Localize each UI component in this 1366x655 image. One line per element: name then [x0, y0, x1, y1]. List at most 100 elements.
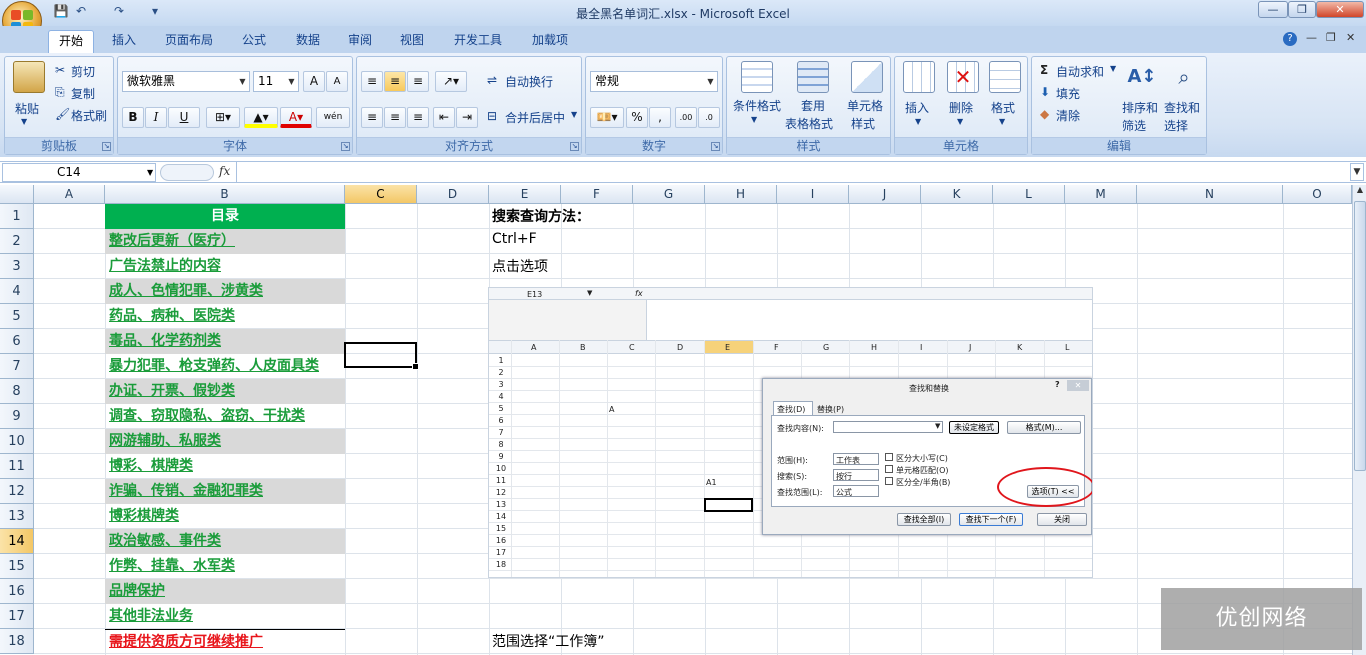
- column-header[interactable]: N: [1137, 185, 1283, 204]
- alignment-launcher-icon[interactable]: ↘: [570, 142, 579, 151]
- catalog-link[interactable]: 政治敏感、事件类: [105, 529, 345, 554]
- redo-icon[interactable]: ↷: [110, 4, 128, 21]
- column-header[interactable]: I: [777, 185, 849, 204]
- conditional-format-button[interactable]: 条件格式: [733, 97, 781, 114]
- column-header[interactable]: O: [1283, 185, 1352, 204]
- save-icon[interactable]: 💾: [52, 4, 70, 21]
- column-header[interactable]: F: [561, 185, 633, 204]
- row-header[interactable]: 6: [0, 329, 34, 354]
- insert-cells-icon[interactable]: [903, 61, 935, 93]
- shrink-font-button[interactable]: A: [326, 71, 348, 92]
- formula-input[interactable]: [236, 162, 1348, 182]
- chevron-down-icon[interactable]: ▼: [957, 117, 963, 126]
- restore-button[interactable]: ❐: [1288, 1, 1316, 18]
- align-bottom-icon[interactable]: ≡: [407, 71, 429, 92]
- customize-quick-access-icon[interactable]: ▾: [146, 4, 164, 21]
- tab-review[interactable]: 审阅: [340, 30, 380, 53]
- catalog-link[interactable]: 成人、色情犯罪、涉黄类: [105, 279, 345, 304]
- currency-icon[interactable]: 💴▾: [590, 107, 624, 128]
- underline-button[interactable]: U: [168, 107, 200, 128]
- row-header[interactable]: 16: [0, 579, 34, 604]
- catalog-link[interactable]: 网游辅助、私服类: [105, 429, 345, 454]
- column-header[interactable]: J: [849, 185, 921, 204]
- wrap-text-button[interactable]: 自动换行: [505, 73, 553, 90]
- format-as-table-button[interactable]: 套用: [801, 97, 825, 114]
- decrease-decimal-icon[interactable]: .0: [698, 107, 720, 128]
- format-painter-button[interactable]: 格式刷: [71, 107, 107, 124]
- name-box[interactable]: C14 ▼: [2, 163, 156, 182]
- scroll-up-icon[interactable]: ▲: [1354, 185, 1366, 199]
- font-size-combo[interactable]: 11 ▼: [253, 71, 299, 92]
- sort-filter-label[interactable]: 筛选: [1122, 117, 1146, 134]
- clipboard-launcher-icon[interactable]: ↘: [102, 142, 111, 151]
- row-header[interactable]: 5: [0, 304, 34, 329]
- cell-styles-icon[interactable]: [851, 61, 883, 93]
- close-button[interactable]: ✕: [1316, 1, 1364, 18]
- row-header[interactable]: 3: [0, 254, 34, 279]
- format-painter-icon[interactable]: 🖌: [55, 107, 70, 121]
- row-header[interactable]: 18: [0, 629, 34, 654]
- catalog-link[interactable]: 办证、开票、假钞类: [105, 379, 345, 404]
- format-as-table-icon[interactable]: [797, 61, 829, 93]
- font-color-icon[interactable]: A▾: [280, 107, 312, 128]
- align-right-icon[interactable]: ≡: [407, 107, 429, 128]
- sigma-icon[interactable]: Σ: [1040, 63, 1048, 77]
- column-header[interactable]: M: [1065, 185, 1137, 204]
- grow-font-button[interactable]: A: [303, 71, 325, 92]
- column-header[interactable]: C: [345, 185, 417, 204]
- tab-insert[interactable]: 插入: [104, 30, 144, 53]
- delete-cells-button[interactable]: 删除: [949, 99, 973, 116]
- conditional-format-icon[interactable]: [741, 61, 773, 93]
- catalog-link[interactable]: 整改后更新（医疗）: [105, 229, 345, 254]
- paste-icon[interactable]: [13, 61, 45, 93]
- expand-formula-icon[interactable]: ▼: [1350, 163, 1364, 181]
- tab-developer[interactable]: 开发工具: [446, 30, 510, 53]
- align-center-icon[interactable]: ≡: [384, 107, 406, 128]
- catalog-link[interactable]: 作弊、挂靠、水军类: [105, 554, 345, 579]
- catalog-link[interactable]: 博彩、棋牌类: [105, 454, 345, 479]
- column-header[interactable]: G: [633, 185, 705, 204]
- ribbon-minimize-icon[interactable]: —: [1306, 31, 1317, 44]
- increase-indent-icon[interactable]: ⇥: [456, 107, 478, 128]
- help-icon[interactable]: ?: [1283, 32, 1297, 46]
- clear-button[interactable]: 清除: [1056, 107, 1080, 124]
- undo-icon[interactable]: ↶: [72, 4, 90, 21]
- chevron-down-icon[interactable]: ▼: [571, 110, 577, 119]
- row-header[interactable]: 10: [0, 429, 34, 454]
- comma-button[interactable]: ,: [649, 107, 671, 128]
- chevron-down-icon[interactable]: ▼: [915, 117, 921, 126]
- tab-data[interactable]: 数据: [288, 30, 328, 53]
- chevron-down-icon[interactable]: ▼: [1110, 64, 1116, 73]
- active-cell-c14[interactable]: [344, 342, 419, 370]
- catalog-link[interactable]: 诈骗、传销、金融犯罪类: [105, 479, 345, 504]
- sort-filter-icon[interactable]: A↕: [1126, 61, 1158, 93]
- chevron-down-icon[interactable]: ▼: [751, 115, 757, 124]
- italic-button[interactable]: I: [145, 107, 167, 128]
- fill-down-icon[interactable]: ⬇: [1040, 85, 1050, 99]
- row-header[interactable]: 12: [0, 479, 34, 504]
- column-header[interactable]: B: [105, 185, 345, 204]
- number-launcher-icon[interactable]: ↘: [711, 142, 720, 151]
- cell-styles-label[interactable]: 样式: [851, 115, 875, 132]
- row-header[interactable]: 17: [0, 604, 34, 629]
- wrap-text-icon[interactable]: ⇌: [487, 73, 497, 87]
- number-format-combo[interactable]: 常规 ▼: [590, 71, 718, 92]
- cut-icon[interactable]: ✂: [55, 63, 65, 77]
- catalog-link[interactable]: 暴力犯罪、枪支弹药、人皮面具类: [105, 354, 345, 379]
- column-header[interactable]: E: [489, 185, 561, 204]
- copy-icon[interactable]: ⎘: [55, 85, 65, 100]
- copy-button[interactable]: 复制: [71, 85, 95, 102]
- decrease-indent-icon[interactable]: ⇤: [433, 107, 455, 128]
- column-header[interactable]: L: [993, 185, 1065, 204]
- format-cells-button[interactable]: 格式: [991, 99, 1015, 116]
- row-header[interactable]: 2: [0, 229, 34, 254]
- ribbon-close-icon[interactable]: ✕: [1346, 31, 1355, 44]
- chevron-down-icon[interactable]: ▼: [999, 117, 1005, 126]
- tab-page-layout[interactable]: 页面布局: [158, 30, 220, 53]
- eraser-icon[interactable]: ◆: [1040, 107, 1049, 121]
- catalog-link[interactable]: 药品、病种、医院类: [105, 304, 345, 329]
- row-header[interactable]: 15: [0, 554, 34, 579]
- ribbon-restore-icon[interactable]: ❐: [1326, 31, 1336, 44]
- tab-formulas[interactable]: 公式: [232, 30, 276, 53]
- catalog-link[interactable]: 其他非法业务: [105, 604, 345, 629]
